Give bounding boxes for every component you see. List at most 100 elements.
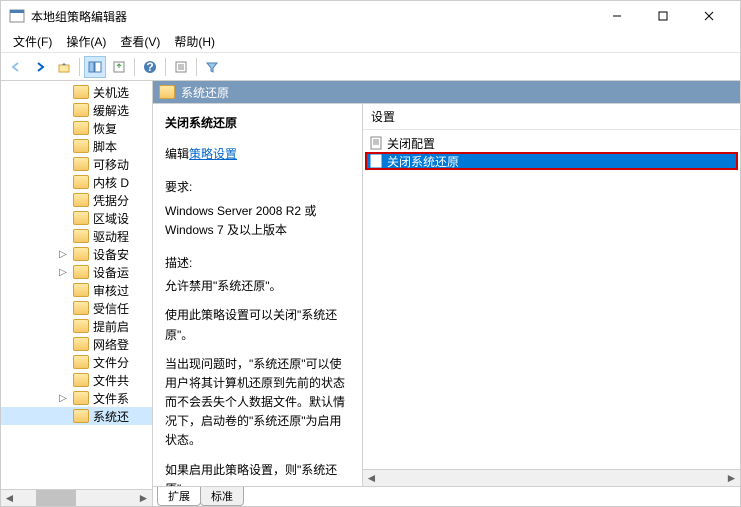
- tree-item[interactable]: 凭据分: [1, 191, 152, 209]
- maximize-button[interactable]: [640, 1, 686, 31]
- collapse-icon[interactable]: [57, 140, 69, 152]
- collapse-icon[interactable]: [57, 194, 69, 206]
- setting-item[interactable]: 关闭配置: [365, 134, 738, 152]
- minimize-button[interactable]: [594, 1, 640, 31]
- folder-icon: [73, 355, 89, 369]
- tree-item-label: 关机选: [93, 84, 129, 101]
- collapse-icon[interactable]: [57, 320, 69, 332]
- menu-action[interactable]: 操作(A): [60, 31, 112, 52]
- settings-list[interactable]: 关闭配置关闭系统还原: [363, 130, 740, 469]
- menu-help[interactable]: 帮助(H): [168, 31, 221, 52]
- setting-item[interactable]: 关闭系统还原: [365, 152, 738, 170]
- collapse-icon[interactable]: [57, 356, 69, 368]
- filter-button[interactable]: [201, 56, 223, 78]
- tree-item-label: 文件分: [93, 354, 129, 371]
- toolbar: ?: [1, 53, 740, 81]
- setting-label: 关闭系统还原: [387, 153, 459, 170]
- tree-item[interactable]: 关机选: [1, 83, 152, 101]
- folder-icon: [159, 85, 175, 99]
- tree-item[interactable]: 提前启: [1, 317, 152, 335]
- policy-icon: [369, 154, 383, 168]
- menu-bar: 文件(F) 操作(A) 查看(V) 帮助(H): [1, 31, 740, 53]
- scroll-left-arrow[interactable]: ◄: [1, 490, 18, 507]
- requirements-label: 要求:: [165, 178, 350, 197]
- collapse-icon[interactable]: [57, 284, 69, 296]
- expand-icon[interactable]: ▷: [57, 266, 69, 278]
- collapse-icon[interactable]: [57, 86, 69, 98]
- settings-horizontal-scrollbar[interactable]: ◄ ►: [363, 469, 740, 486]
- tree-item-label: 受信任: [93, 300, 129, 317]
- settings-column-header[interactable]: 设置: [363, 104, 740, 130]
- collapse-icon[interactable]: [57, 338, 69, 350]
- show-hide-tree-button[interactable]: [84, 56, 106, 78]
- category-title: 系统还原: [181, 84, 229, 101]
- navigation-tree-pane: 关机选缓解选恢复脚本可移动内核 D凭据分区域设驱动程 ▷ 设备安 ▷ 设备运审核过受信任…: [1, 81, 153, 506]
- tree-item[interactable]: ▷ 设备安: [1, 245, 152, 263]
- setting-title: 关闭系统还原: [165, 114, 350, 133]
- tree-item[interactable]: 恢复: [1, 119, 152, 137]
- tab-standard[interactable]: 标准: [200, 487, 244, 506]
- menu-view[interactable]: 查看(V): [114, 31, 166, 52]
- menu-file[interactable]: 文件(F): [7, 31, 58, 52]
- back-button[interactable]: [5, 56, 27, 78]
- tree-item[interactable]: 网络登: [1, 335, 152, 353]
- tab-extended[interactable]: 扩展: [157, 487, 201, 506]
- folder-icon: [73, 283, 89, 297]
- export-button[interactable]: [108, 56, 130, 78]
- folder-icon: [73, 265, 89, 279]
- description-pane: 关闭系统还原 编辑策略设置 要求: Windows Server 2008 R2…: [153, 104, 363, 486]
- collapse-icon[interactable]: [57, 374, 69, 386]
- tree-item[interactable]: 区域设: [1, 209, 152, 227]
- collapse-icon[interactable]: [57, 302, 69, 314]
- tree-item[interactable]: 系统还: [1, 407, 152, 425]
- app-icon: [9, 8, 25, 24]
- svg-text:?: ?: [146, 60, 153, 74]
- tree-item[interactable]: ▷文件系: [1, 389, 152, 407]
- close-button[interactable]: [686, 1, 732, 31]
- navigation-tree[interactable]: 关机选缓解选恢复脚本可移动内核 D凭据分区域设驱动程 ▷ 设备安 ▷ 设备运审核过受信任…: [1, 81, 152, 489]
- tree-item-label: 提前启: [93, 318, 129, 335]
- collapse-icon[interactable]: [57, 104, 69, 116]
- tree-item[interactable]: 受信任: [1, 299, 152, 317]
- tree-item[interactable]: 可移动: [1, 155, 152, 173]
- collapse-icon[interactable]: [57, 122, 69, 134]
- scroll-right-arrow[interactable]: ►: [135, 490, 152, 507]
- tree-item-label: 恢复: [93, 120, 117, 137]
- collapse-icon[interactable]: [57, 176, 69, 188]
- properties-button[interactable]: [170, 56, 192, 78]
- tree-item-label: 脚本: [93, 138, 117, 155]
- scroll-right-arrow[interactable]: ►: [723, 470, 740, 487]
- tree-item[interactable]: 文件分: [1, 353, 152, 371]
- tree-item[interactable]: 缓解选: [1, 101, 152, 119]
- folder-icon: [73, 391, 89, 405]
- tree-item[interactable]: 文件共: [1, 371, 152, 389]
- tree-item[interactable]: 脚本: [1, 137, 152, 155]
- expand-icon[interactable]: ▷: [57, 248, 69, 260]
- collapse-icon[interactable]: [57, 212, 69, 224]
- tree-item[interactable]: ▷ 设备运: [1, 263, 152, 281]
- view-tabs: 扩展 标准: [153, 486, 740, 506]
- collapse-icon[interactable]: [57, 230, 69, 242]
- tree-item[interactable]: 内核 D: [1, 173, 152, 191]
- forward-button[interactable]: [29, 56, 51, 78]
- tree-item-label: 设备运: [93, 264, 129, 281]
- tree-item[interactable]: 审核过: [1, 281, 152, 299]
- description-text: 当出现问题时，"系统还原"可以使用户将其计算机还原到先前的状态而不会丢失个人数据…: [165, 355, 350, 451]
- tree-horizontal-scrollbar[interactable]: ◄ ►: [1, 489, 152, 506]
- up-button[interactable]: [53, 56, 75, 78]
- folder-icon: [73, 247, 89, 261]
- tree-item[interactable]: 驱动程: [1, 227, 152, 245]
- expand-icon[interactable]: ▷: [57, 392, 69, 404]
- folder-icon: [73, 85, 89, 99]
- collapse-icon[interactable]: [57, 158, 69, 170]
- folder-icon: [73, 103, 89, 117]
- folder-icon: [73, 121, 89, 135]
- collapse-icon[interactable]: [57, 410, 69, 422]
- folder-icon: [73, 337, 89, 351]
- edit-policy-link[interactable]: 策略设置: [189, 147, 237, 161]
- tree-item-label: 驱动程: [93, 228, 129, 245]
- tree-item-label: 设备安: [93, 246, 129, 263]
- scroll-left-arrow[interactable]: ◄: [363, 470, 380, 487]
- toolbar-separator: [79, 58, 80, 76]
- help-button[interactable]: ?: [139, 56, 161, 78]
